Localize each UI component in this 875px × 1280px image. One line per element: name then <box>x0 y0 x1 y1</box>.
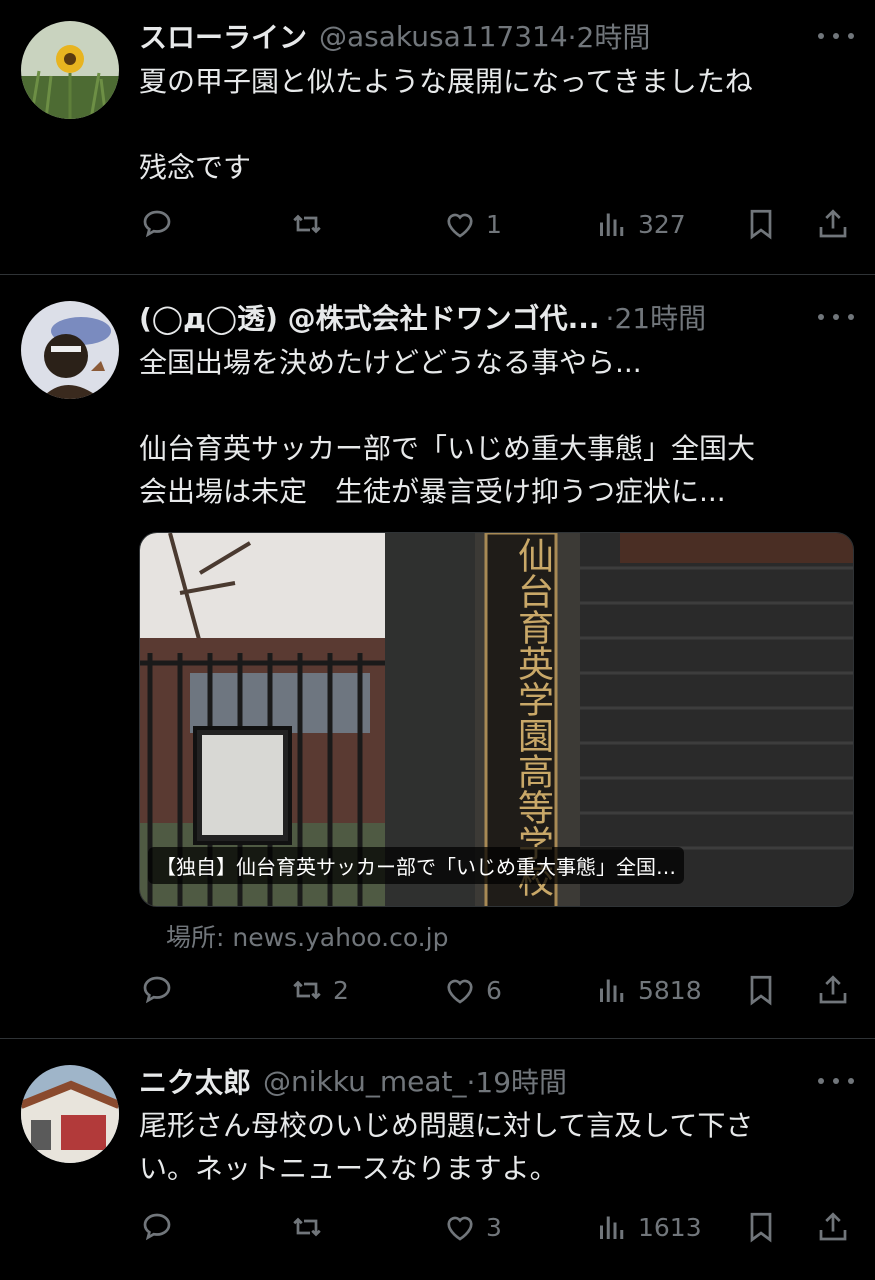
tweet-line: 夏の甲子園と似たような展開になってきましたね <box>139 65 753 98</box>
tweet-text: 夏の甲子園と似たような展開になってきましたね 残念です <box>139 60 753 189</box>
bookmark-icon <box>750 1212 772 1243</box>
tweet-line: 残念です <box>139 151 252 184</box>
timestamp[interactable]: ·2時間 <box>568 16 651 56</box>
share-button[interactable] <box>815 1207 851 1247</box>
reply-icon <box>143 976 171 1004</box>
views-icon <box>600 979 624 1002</box>
bookmark-button[interactable] <box>743 970 779 1010</box>
more-icon[interactable] <box>818 1071 854 1091</box>
like-count: 6 <box>486 975 502 1005</box>
views-icon <box>600 213 624 236</box>
views-button[interactable]: 5818 <box>594 970 702 1010</box>
share-button[interactable] <box>815 970 851 1010</box>
bookmark-button[interactable] <box>743 204 779 244</box>
user-handle[interactable]: @nikku_meat_ <box>263 1065 466 1098</box>
reply-icon <box>143 210 171 238</box>
tweet-line: 全国出場を決めたけどどうなる事やら... <box>139 346 642 379</box>
display-name[interactable]: スローライン <box>139 16 307 56</box>
user-handle[interactable]: @asakusa117314 <box>319 20 568 53</box>
avatar[interactable] <box>21 301 119 399</box>
like-button[interactable]: 3 <box>442 1207 502 1247</box>
like-button[interactable]: 6 <box>442 970 502 1010</box>
view-count: 1613 <box>638 1212 702 1242</box>
tweet-1[interactable]: スローライン @asakusa117314 ·2時間 夏の甲子園と似たような展開… <box>0 0 875 274</box>
tweet-line: 会出場は未定 生徒が暴言受け抑うつ症状に... <box>139 475 726 508</box>
timestamp[interactable]: ·21時間 <box>606 297 707 337</box>
tweet-line: 仙台育英サッカー部で「いじめ重大事態」全国大 <box>139 432 756 465</box>
more-icon[interactable] <box>818 307 854 327</box>
like-icon <box>447 979 473 1004</box>
link-source[interactable]: 場所: news.yahoo.co.jp <box>166 918 448 954</box>
action-bar: 1 327 <box>139 204 854 244</box>
share-icon <box>819 209 847 238</box>
reply-button[interactable] <box>139 970 183 1010</box>
retweet-button[interactable]: 2 <box>289 970 349 1010</box>
like-button[interactable]: 1 <box>442 204 502 244</box>
action-bar: 2 6 5818 <box>139 970 854 1010</box>
reply-icon <box>143 1213 171 1241</box>
like-count: 1 <box>486 209 502 239</box>
more-icon[interactable] <box>818 26 854 46</box>
retweet-icon <box>293 1217 321 1237</box>
tweet-line: い。ネットニュースなりますよ。 <box>139 1152 558 1185</box>
like-count: 3 <box>486 1212 502 1242</box>
retweet-button[interactable] <box>289 204 333 244</box>
display-name[interactable]: (◯д◯透) @株式会社ドワンゴ代... <box>139 297 600 337</box>
tweet-line <box>139 384 755 427</box>
like-icon <box>447 213 473 238</box>
retweet-button[interactable] <box>289 1207 333 1247</box>
tweet-line: 尾形さん母校のいじめ問題に対して言及して下さ <box>139 1109 754 1142</box>
share-icon <box>819 975 847 1004</box>
action-bar: 3 1613 <box>139 1207 854 1247</box>
view-count: 327 <box>638 209 686 239</box>
bookmark-icon <box>750 209 772 240</box>
tweet-text: 尾形さん母校のいじめ問題に対して言及して下さ い。ネットニュースなりますよ。 <box>139 1104 753 1190</box>
reply-button[interactable] <box>139 1207 183 1247</box>
views-button[interactable]: 327 <box>594 204 686 244</box>
display-name[interactable]: ニク太郎 <box>139 1061 251 1101</box>
retweet-count: 2 <box>333 975 349 1005</box>
avatar[interactable] <box>21 1065 119 1163</box>
views-icon <box>600 1216 624 1239</box>
avatar[interactable] <box>21 21 119 119</box>
retweet-icon <box>293 980 321 1000</box>
tweet-line <box>139 103 753 146</box>
view-count: 5818 <box>638 975 702 1005</box>
bookmark-button[interactable] <box>743 1207 779 1247</box>
school-sign-text: 仙台育英学園高等学校 <box>512 537 553 897</box>
tweet-3[interactable]: ニク太郎 @nikku_meat_ ·19時間 尾形さん母校のいじめ問題に対して… <box>0 1039 875 1280</box>
reply-button[interactable] <box>139 204 183 244</box>
views-button[interactable]: 1613 <box>594 1207 702 1247</box>
tweet-text: 全国出場を決めたけどどうなる事やら... 仙台育英サッカー部で「いじめ重大事態」… <box>139 341 755 513</box>
card-caption: 【独自】仙台育英サッカー部で「いじめ重大事態」全国… <box>148 847 684 884</box>
link-card[interactable]: 仙台育英学園高等学校 【独自】仙台育英サッカー部で「いじめ重大事態」全国… <box>139 532 854 907</box>
like-icon <box>447 1216 473 1241</box>
share-button[interactable] <box>815 204 851 244</box>
timestamp[interactable]: ·19時間 <box>467 1061 568 1101</box>
share-icon <box>819 1212 847 1241</box>
bookmark-icon <box>750 975 772 1006</box>
retweet-icon <box>293 214 321 234</box>
